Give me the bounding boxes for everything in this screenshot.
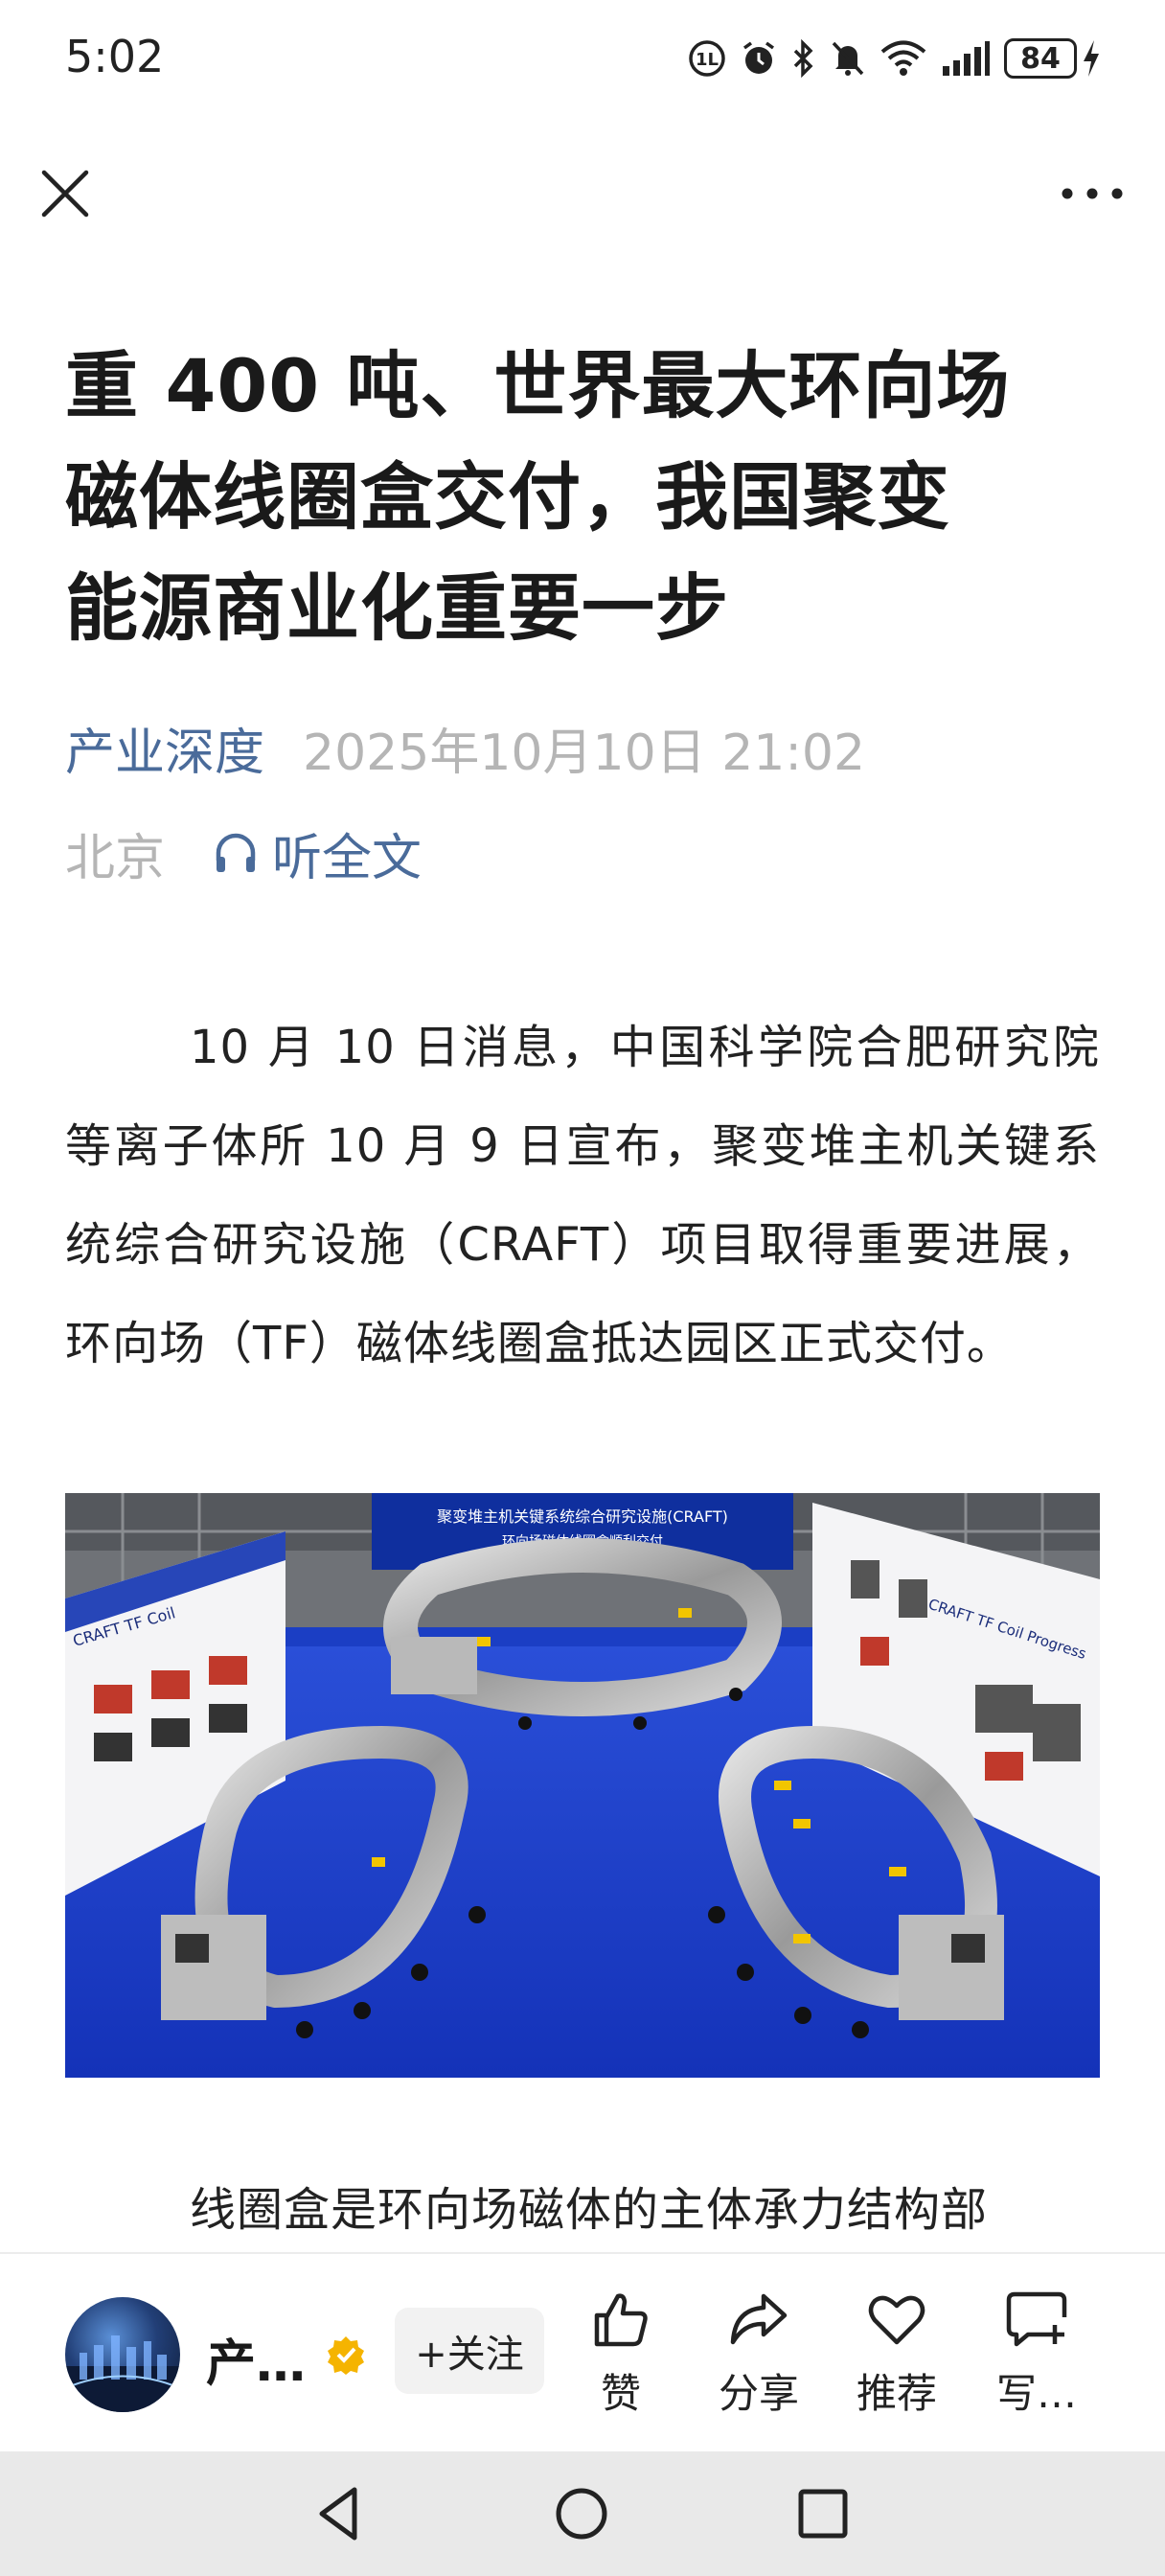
thumbs-up-icon bbox=[594, 2293, 648, 2347]
listen-button[interactable]: 听全文 bbox=[211, 817, 422, 889]
close-icon[interactable] bbox=[36, 165, 94, 222]
bluetooth-icon bbox=[793, 39, 813, 78]
status-time: 5:02 bbox=[65, 31, 165, 82]
battery-level: 84 bbox=[1004, 38, 1077, 79]
alarm-icon bbox=[742, 41, 775, 74]
heart-icon bbox=[868, 2295, 925, 2345]
like-button[interactable]: 赞 bbox=[563, 2288, 678, 2432]
banner-line1: 聚变堆主机关键系统综合研究设施(CRAFT) bbox=[437, 1507, 728, 1526]
more-icon[interactable] bbox=[1054, 165, 1131, 222]
recommend-button[interactable]: 推荐 bbox=[839, 2288, 954, 2432]
publish-date: 2025年10月10日 21:02 bbox=[303, 724, 866, 782]
title-line: 重 400 吨、世界最大环向场 bbox=[65, 343, 1011, 428]
article-title: 重 400 吨、世界最大环向场 磁体线圈盒交付，我国聚变 能源商业化重要一步 bbox=[65, 331, 1109, 664]
write-label: 写… bbox=[995, 2370, 1077, 2417]
article-meta-2: 北京 听全文 bbox=[65, 817, 422, 889]
recents-icon[interactable] bbox=[789, 2480, 857, 2547]
headphones-icon bbox=[216, 833, 256, 872]
verified-icon bbox=[328, 2336, 364, 2375]
listen-label: 听全文 bbox=[272, 829, 423, 887]
status-icons: 1L 84 bbox=[688, 34, 1102, 82]
source-link[interactable]: 产业深度 bbox=[65, 712, 264, 784]
top-nav bbox=[0, 144, 1165, 240]
write-comment-button[interactable]: 写… bbox=[979, 2288, 1094, 2432]
mute-icon bbox=[832, 41, 864, 76]
back-icon[interactable] bbox=[307, 2480, 374, 2547]
article-paragraph: 线圈盒是环向场磁体的主体承力结构部 bbox=[190, 2183, 989, 2237]
recommend-label: 推荐 bbox=[856, 2370, 937, 2417]
location: 北京 bbox=[65, 829, 166, 887]
title-line: 磁体线圈盒交付，我国聚变 bbox=[65, 454, 950, 540]
like-label: 赞 bbox=[600, 2370, 641, 2417]
bottom-action-bar: 产… +关注 赞 分享 推荐 写… bbox=[0, 2252, 1165, 2451]
comment-add-icon bbox=[1006, 2291, 1067, 2347]
article-paragraph: 10 月 10 日消息，中国科学院合肥研究院等离子体所 10 月 9 日宣布，聚… bbox=[65, 1021, 1100, 1370]
share-label: 分享 bbox=[718, 2370, 799, 2417]
article-photo[interactable]: 聚变堆主机关键系统综合研究设施(CRAFT) 环向场磁体线圈盒顺利交付 CRAF… bbox=[65, 1493, 1100, 2078]
title-line: 能源商业化重要一步 bbox=[65, 565, 729, 651]
wifi-icon bbox=[880, 40, 926, 76]
svg-text:1L: 1L bbox=[696, 50, 719, 70]
share-icon bbox=[730, 2293, 788, 2345]
follow-button[interactable]: +关注 bbox=[395, 2308, 544, 2394]
status-bar: 5:02 1L 84 bbox=[0, 0, 1165, 120]
author-avatar[interactable] bbox=[65, 2297, 180, 2412]
system-nav-bar bbox=[0, 2451, 1165, 2576]
tf-coil-photo: 聚变堆主机关键系统综合研究设施(CRAFT) 环向场磁体线圈盒顺利交付 CRAF… bbox=[65, 1493, 1100, 2078]
author-name[interactable]: 产… bbox=[206, 2323, 331, 2395]
home-icon[interactable] bbox=[548, 2480, 615, 2547]
signal-icon bbox=[943, 41, 990, 76]
share-button[interactable]: 分享 bbox=[701, 2288, 816, 2432]
hd-icon: 1L bbox=[689, 40, 725, 77]
article-meta: 产业深度 2025年10月10日 21:02 bbox=[65, 712, 866, 784]
charging-icon bbox=[1084, 40, 1099, 77]
avatar-image bbox=[65, 2335, 180, 2412]
battery-icon: 84 bbox=[1004, 38, 1102, 79]
